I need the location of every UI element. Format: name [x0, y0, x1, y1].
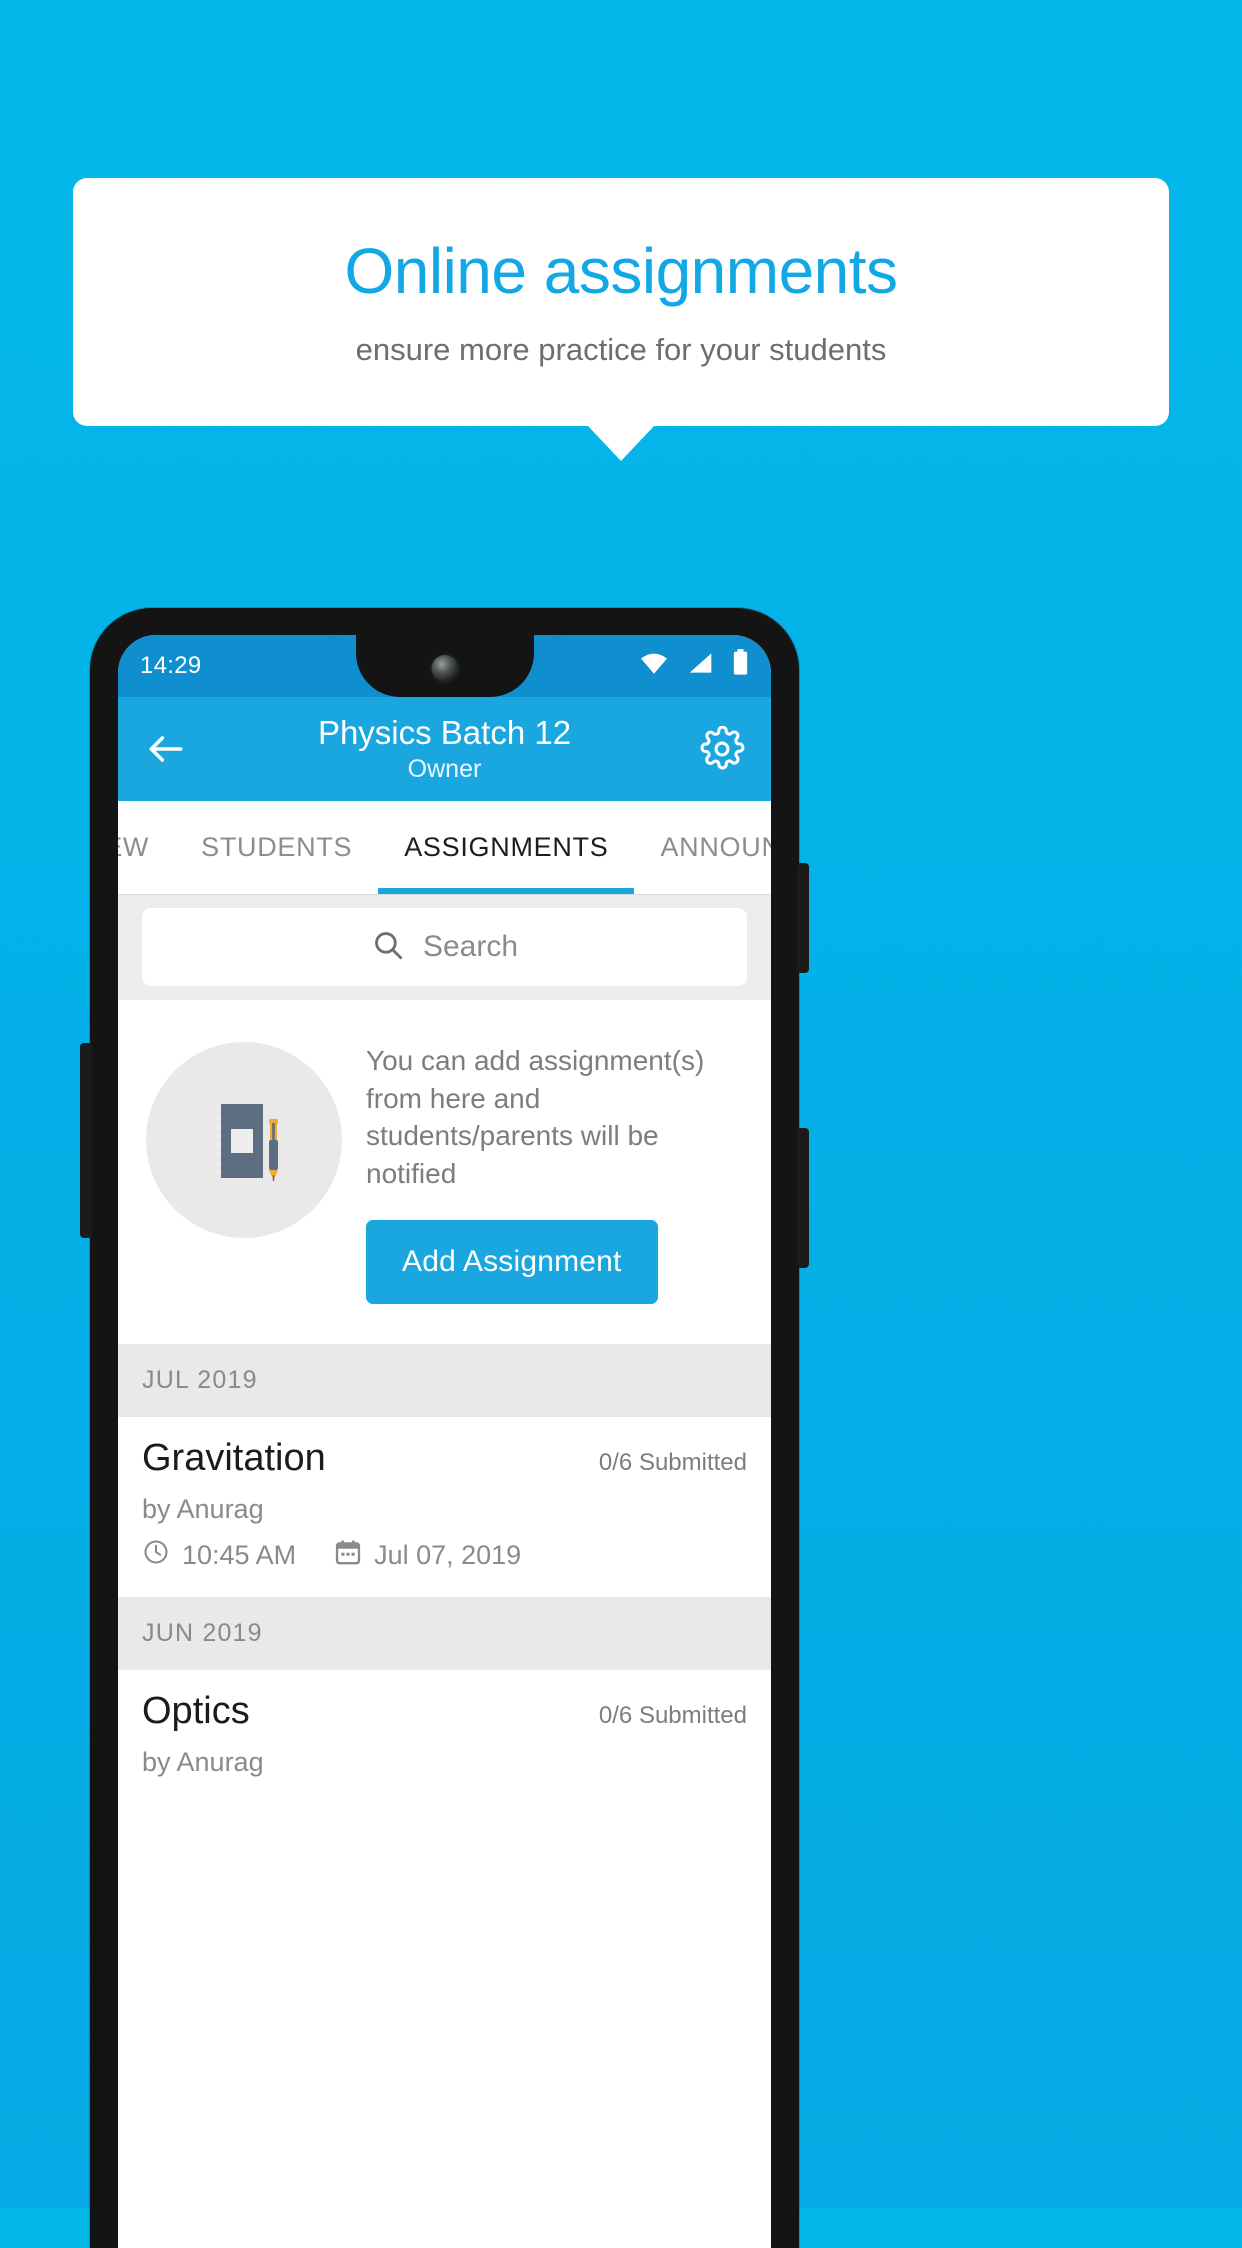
- phone-power-button: [797, 863, 809, 973]
- empty-state: You can add assignment(s) from here and …: [118, 1000, 771, 1345]
- assignment-row-gravitation[interactable]: Gravitation 0/6 Submitted by Anurag 10:4…: [118, 1417, 771, 1598]
- promo-title: Online assignments: [344, 234, 898, 307]
- promo-callout-tail: [587, 425, 655, 461]
- page-title: Physics Batch 12: [317, 714, 572, 752]
- search-placeholder: Search: [422, 930, 519, 963]
- phone-volume-button: [797, 1128, 809, 1268]
- assignment-date: Jul 07, 2019: [374, 1540, 522, 1571]
- tab-overview-label: IEW: [118, 832, 150, 862]
- notebook-and-pen-icon: [146, 1042, 342, 1238]
- app-bar-titles: Physics Batch 12 Owner: [118, 714, 771, 784]
- tab-students[interactable]: STUDENTS: [175, 801, 378, 894]
- phone-notch: [321, 635, 568, 697]
- add-assignment-button[interactable]: Add Assignment: [366, 1220, 658, 1305]
- back-arrow-icon[interactable]: [144, 727, 188, 771]
- page-subtitle: Owner: [407, 754, 482, 783]
- clock-icon: [142, 1538, 170, 1573]
- tab-announcements-label: ANNOUNCEMEN: [660, 832, 771, 862]
- status-bar-icons: [639, 649, 749, 683]
- phone-mockup: 14:29 Physics Batch 12 Owner W STUDENTS …: [80, 608, 809, 2248]
- assignment-row-optics[interactable]: Optics 0/6 Submitted by Anurag: [118, 1670, 771, 1803]
- calendar-icon: [334, 1538, 362, 1573]
- battery-icon: [732, 649, 749, 683]
- tab-bar[interactable]: IEW STUDENTS ASSIGNMENTS ANNOUNCEMEN: [118, 801, 771, 894]
- phone-screen: 14:29 Physics Batch 12 Owner W STUDENTS …: [118, 635, 771, 2248]
- phone-side-button-left: [80, 1043, 92, 1238]
- assignment-submitted-count: 0/6 Submitted: [598, 1449, 747, 1477]
- search-container: Search: [118, 894, 771, 1000]
- empty-state-text: You can add assignment(s) from here and …: [366, 1045, 705, 1189]
- assignment-row-top: Gravitation 0/6 Submitted: [142, 1437, 747, 1480]
- app-bar: Physics Batch 12 Owner: [118, 697, 771, 801]
- status-bar-time: 14:29: [140, 652, 202, 679]
- tab-overview[interactable]: IEW: [118, 801, 175, 894]
- promo-callout: Online assignments ensure more practice …: [73, 178, 1169, 426]
- tab-students-label: STUDENTS: [201, 832, 353, 862]
- assignment-title: Gravitation: [142, 1437, 326, 1480]
- tab-announcements[interactable]: ANNOUNCEMEN: [634, 801, 771, 894]
- front-camera-icon: [431, 655, 458, 682]
- tab-assignments-label: ASSIGNMENTS: [404, 832, 609, 862]
- gear-icon[interactable]: [699, 725, 745, 772]
- assignment-submitted-count: 0/6 Submitted: [598, 1702, 747, 1730]
- month-header-jun: JUN 2019: [118, 1597, 771, 1671]
- wifi-icon: [639, 651, 669, 682]
- assignment-title: Optics: [142, 1690, 250, 1733]
- promo-subtitle: ensure more practice for your students: [355, 332, 887, 368]
- search-icon: [371, 928, 405, 967]
- assignment-author: by Anurag: [142, 1494, 264, 1525]
- search-input[interactable]: Search: [142, 908, 747, 986]
- assignment-time: 10:45 AM: [182, 1540, 297, 1571]
- assignment-author: by Anurag: [142, 1747, 264, 1778]
- empty-state-content: You can add assignment(s) from here and …: [366, 1034, 747, 1305]
- assignment-meta: 10:45 AM Jul 07, 2019: [142, 1538, 747, 1573]
- tab-assignments[interactable]: ASSIGNMENTS: [378, 801, 635, 894]
- assignment-row-top: Optics 0/6 Submitted: [142, 1690, 747, 1733]
- month-header-jul: JUL 2019: [118, 1344, 771, 1418]
- cellular-signal-icon: [687, 651, 714, 682]
